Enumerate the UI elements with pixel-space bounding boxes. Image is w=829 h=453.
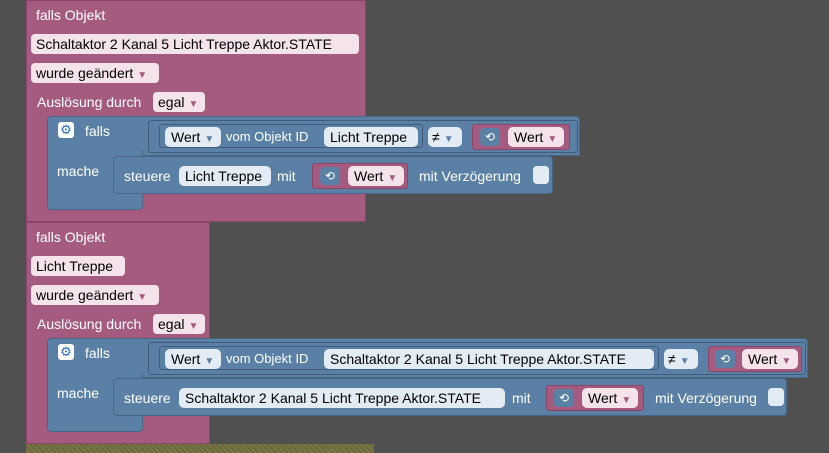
event-header: falls Objekt bbox=[36, 229, 106, 245]
dropdown-arrow-icon: ▼ bbox=[781, 356, 792, 367]
delay-checkbox[interactable] bbox=[533, 166, 549, 184]
object-field[interactable]: Schaltaktor 2 Kanal 5 Licht Treppe Aktor… bbox=[31, 34, 359, 54]
if-label: falls bbox=[85, 345, 110, 361]
dropdown-arrow-icon: ▼ bbox=[188, 321, 199, 332]
object-id-field[interactable]: Licht Treppe bbox=[324, 127, 418, 147]
from-object-label: vom Objekt ID bbox=[226, 129, 309, 144]
object-field[interactable]: Licht Treppe bbox=[31, 256, 125, 276]
with-value-dropdown[interactable]: Wert ▼ bbox=[348, 166, 404, 186]
value-dropdown[interactable]: Wert ▼ bbox=[165, 127, 221, 147]
dropdown-arrow-icon: ▼ bbox=[387, 173, 398, 184]
control-label: steuere bbox=[124, 168, 171, 184]
with-value-dropdown[interactable]: Wert ▼ bbox=[582, 388, 638, 408]
trigger-by-label: Auslösung durch bbox=[37, 94, 142, 110]
dropdown-arrow-icon: ▼ bbox=[137, 70, 148, 81]
gear-icon[interactable]: ⚙ bbox=[58, 122, 74, 138]
trigger-by-value: egal bbox=[158, 94, 185, 110]
dropdown-arrow-icon: ▼ bbox=[188, 99, 199, 110]
with-label: mit bbox=[512, 390, 531, 406]
trigger-by-dropdown[interactable]: egal ▼ bbox=[153, 314, 205, 334]
gear-icon[interactable]: ⚙ bbox=[58, 344, 74, 360]
trigger-by-value: egal bbox=[158, 316, 185, 332]
with-label: mit bbox=[277, 168, 296, 184]
value-dropdown-label: Wert bbox=[171, 351, 201, 367]
dropdown-arrow-icon: ▼ bbox=[547, 134, 558, 145]
trigger-dropdown[interactable]: wurde geändert ▼ bbox=[31, 63, 159, 83]
from-object-label: vom Objekt ID bbox=[226, 351, 309, 366]
value-dropdown[interactable]: Wert ▼ bbox=[165, 349, 221, 369]
if-label: falls bbox=[85, 123, 110, 139]
control-target-field[interactable]: Schaltaktor 2 Kanal 5 Licht Treppe Aktor… bbox=[179, 388, 505, 408]
operator-label: ≠ bbox=[668, 351, 676, 367]
loop-icon: ⟲ bbox=[715, 350, 735, 368]
trigger-dropdown-label: wurde geändert bbox=[36, 65, 134, 81]
operator-dropdown[interactable]: ≠ ▼ bbox=[428, 127, 462, 147]
event-header: falls Objekt bbox=[36, 7, 106, 23]
loop-icon: ⟲ bbox=[480, 128, 500, 146]
trigger-by-label: Auslösung durch bbox=[37, 316, 142, 332]
compare-value-label: Wert bbox=[748, 351, 778, 367]
delay-checkbox[interactable] bbox=[768, 388, 784, 406]
loop-icon: ⟲ bbox=[320, 167, 340, 185]
compare-value-dropdown[interactable]: Wert ▼ bbox=[508, 127, 564, 147]
trigger-by-dropdown[interactable]: egal ▼ bbox=[153, 92, 205, 112]
operator-dropdown[interactable]: ≠ ▼ bbox=[664, 349, 698, 369]
loop-icon: ⟲ bbox=[554, 389, 574, 407]
delay-label: mit Verzögerung bbox=[419, 168, 521, 184]
dropdown-arrow-icon: ▼ bbox=[621, 395, 632, 406]
dropdown-arrow-icon: ▼ bbox=[443, 134, 454, 145]
with-value-label: Wert bbox=[354, 168, 384, 184]
workspace-bottom-strip bbox=[26, 444, 374, 453]
operator-label: ≠ bbox=[432, 129, 440, 145]
dropdown-arrow-icon: ▼ bbox=[204, 356, 215, 367]
do-label: mache bbox=[57, 385, 100, 401]
delay-label: mit Verzögerung bbox=[655, 390, 757, 406]
object-id-field[interactable]: Schaltaktor 2 Kanal 5 Licht Treppe Aktor… bbox=[324, 349, 654, 369]
trigger-dropdown[interactable]: wurde geändert ▼ bbox=[31, 285, 159, 305]
dropdown-arrow-icon: ▼ bbox=[137, 292, 148, 303]
compare-value-dropdown[interactable]: Wert ▼ bbox=[742, 349, 798, 369]
control-label: steuere bbox=[124, 390, 171, 406]
dropdown-arrow-icon: ▼ bbox=[679, 356, 690, 367]
value-dropdown-label: Wert bbox=[171, 129, 201, 145]
dropdown-arrow-icon: ▼ bbox=[204, 134, 215, 145]
with-value-label: Wert bbox=[588, 390, 618, 406]
trigger-dropdown-label: wurde geändert bbox=[36, 287, 134, 303]
do-label: mache bbox=[57, 163, 100, 179]
control-target-field[interactable]: Licht Treppe bbox=[179, 166, 271, 186]
compare-value-label: Wert bbox=[514, 129, 544, 145]
event-block-1-bottom bbox=[26, 210, 366, 222]
